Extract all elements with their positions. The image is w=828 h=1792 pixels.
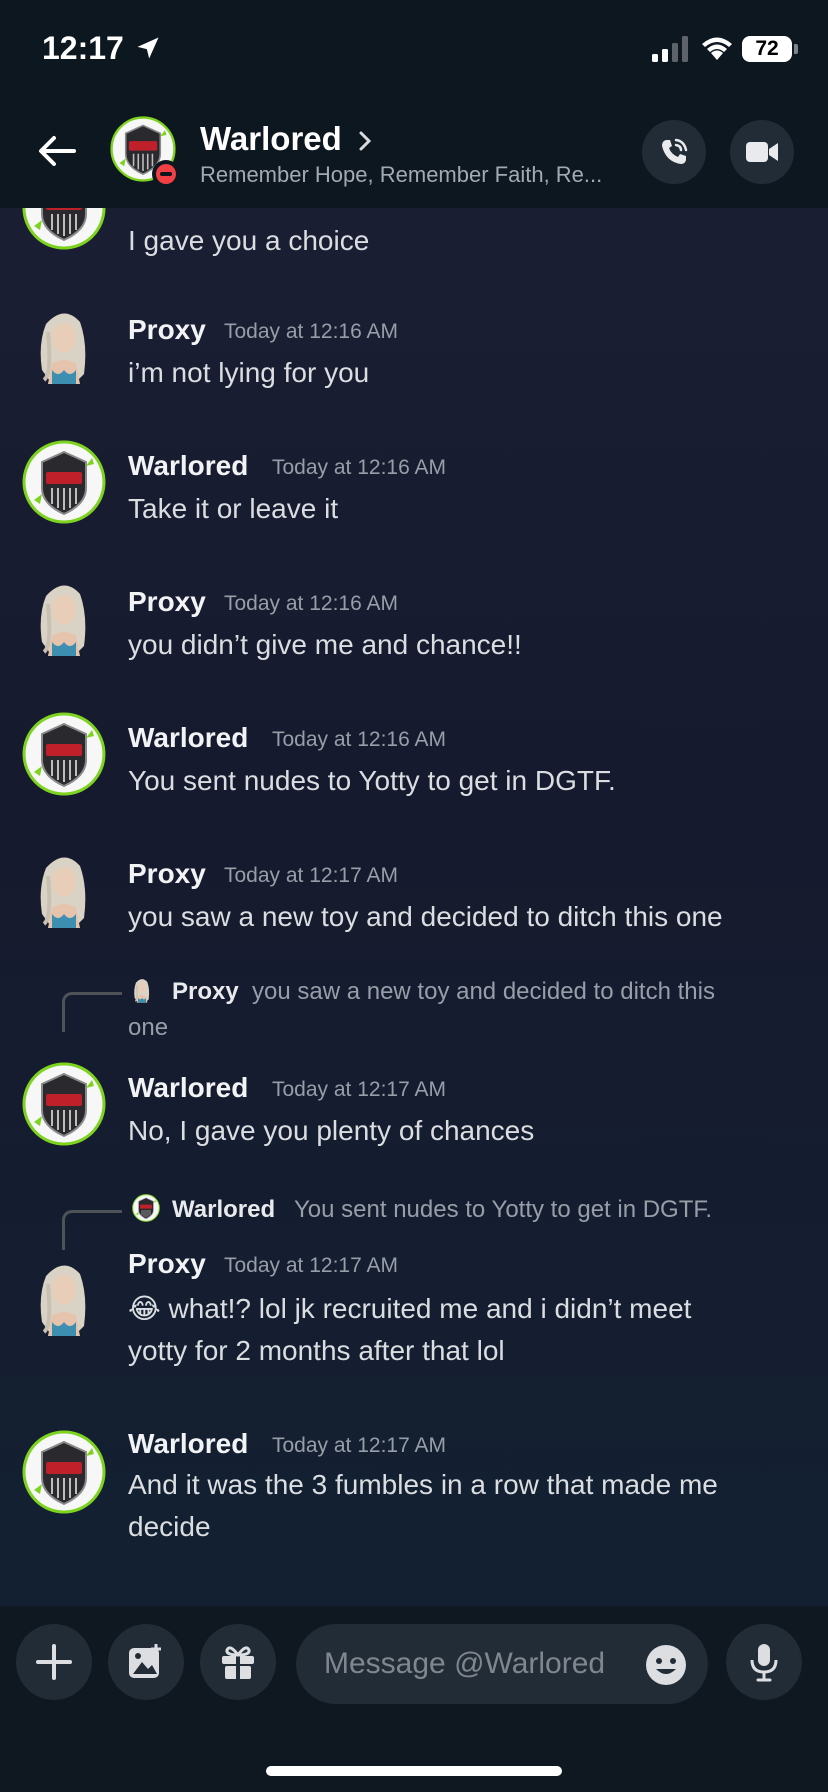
- microphone-icon: [750, 1644, 778, 1682]
- wifi-icon: [702, 37, 732, 60]
- reply-connector: [62, 992, 122, 1032]
- message-item[interactable]: Proxy Today at 12:17 AM you saw a new to…: [0, 848, 828, 958]
- phone-call-icon: [662, 138, 688, 164]
- avatar[interactable]: [22, 1256, 106, 1340]
- reply-author[interactable]: Proxy: [172, 978, 239, 1006]
- avatar[interactable]: [22, 576, 106, 660]
- avatar[interactable]: [22, 208, 106, 250]
- message-content: i’m not lying for you: [128, 357, 370, 388]
- message-item[interactable]: Proxy you saw a new toy and decided to d…: [0, 972, 828, 1172]
- emoji-icon[interactable]: [644, 1643, 688, 1687]
- message-line: what!? lol jk recruited me and i didn’t …: [168, 1293, 692, 1324]
- message-timestamp: Today at 12:16 AM: [224, 592, 398, 615]
- message-author[interactable]: Warlored: [128, 722, 248, 754]
- message-content: I gave you a choice: [128, 225, 370, 256]
- reply-avatar: [132, 1194, 160, 1222]
- message-author[interactable]: Warlored: [128, 1428, 248, 1460]
- message-timestamp: Today at 12:16 AM: [272, 456, 446, 479]
- emoji: 😂: [128, 1293, 161, 1324]
- do-not-disturb-icon: [152, 160, 180, 188]
- message-content: You sent nudes to Yotty to get in DGTF.: [128, 765, 616, 796]
- message-content: Take it or leave it: [128, 493, 339, 524]
- avatar[interactable]: [22, 848, 106, 932]
- message-content: And it was the 3 fumbles in a row that m…: [128, 1464, 788, 1548]
- message-item[interactable]: Warlored Today at 12:16 AM You sent nude…: [0, 712, 828, 822]
- message-author[interactable]: Warlored: [128, 1072, 248, 1104]
- avatar[interactable]: [22, 1430, 106, 1514]
- message-content: you didn’t give me and chance!!: [128, 629, 522, 660]
- battery-tip: [794, 44, 798, 54]
- message-composer: [0, 1606, 828, 1792]
- reply-connector: [62, 1210, 122, 1250]
- gift-icon: [222, 1646, 254, 1679]
- message-line: And it was the 3 fumbles in a row that m…: [128, 1469, 718, 1500]
- reply-author[interactable]: Warlored: [172, 1196, 275, 1224]
- plus-icon: [36, 1644, 72, 1680]
- message-timestamp: Today at 12:17 AM: [224, 1254, 398, 1277]
- arrow-left-icon[interactable]: [36, 130, 78, 172]
- message-author[interactable]: Proxy: [128, 314, 206, 346]
- message-timestamp: Today at 12:16 AM: [272, 728, 446, 751]
- reply-preview[interactable]: one: [128, 1010, 168, 1046]
- message-timestamp: Today at 12:16 AM: [224, 320, 398, 343]
- message-item[interactable]: Warlored Today at 12:16 AM Take it or le…: [0, 440, 828, 550]
- avatar[interactable]: [22, 440, 106, 524]
- message-content: 😂 what!? lol jk recruited me and i didn’…: [128, 1288, 788, 1372]
- add-attachment-button[interactable]: [16, 1624, 92, 1700]
- cellular-signal-icon: [652, 36, 688, 62]
- message-item[interactable]: Warlored You sent nudes to Yotty to get …: [0, 1190, 828, 1410]
- avatar[interactable]: [22, 712, 106, 796]
- reply-preview[interactable]: you saw a new toy and decided to ditch t…: [252, 974, 715, 1010]
- media-button[interactable]: [108, 1624, 184, 1700]
- video-camera-icon: [746, 142, 778, 162]
- voice-message-button[interactable]: [726, 1624, 802, 1700]
- location-arrow-icon: [137, 37, 159, 59]
- message-author[interactable]: Warlored: [128, 450, 248, 482]
- message-timestamp: Today at 12:17 AM: [272, 1434, 446, 1457]
- message-author[interactable]: Proxy: [128, 1248, 206, 1280]
- message-list[interactable]: I gave you a choice Proxy Today at 12:16…: [0, 208, 828, 1606]
- reply-preview[interactable]: You sent nudes to Yotty to get in DGTF.: [294, 1192, 712, 1228]
- message-item[interactable]: I gave you a choice: [0, 208, 828, 268]
- video-call-button[interactable]: [730, 120, 794, 184]
- chevron-right-icon[interactable]: [356, 130, 374, 152]
- avatar[interactable]: [22, 304, 106, 388]
- avatar[interactable]: [22, 1062, 106, 1146]
- voice-call-button[interactable]: [642, 120, 706, 184]
- message-author[interactable]: Proxy: [128, 586, 206, 618]
- message-author[interactable]: Proxy: [128, 858, 206, 890]
- reply-avatar: [128, 976, 156, 1004]
- message-item[interactable]: Proxy Today at 12:16 AM i’m not lying fo…: [0, 304, 828, 414]
- status-time: 12:17: [42, 30, 124, 66]
- message-line: decide: [128, 1511, 211, 1542]
- image-icon: [129, 1644, 161, 1678]
- message-timestamp: Today at 12:17 AM: [272, 1078, 446, 1101]
- custom-status: Remember Hope, Remember Faith, Re...: [200, 162, 603, 187]
- message-item[interactable]: Proxy Today at 12:16 AM you didn’t give …: [0, 576, 828, 686]
- gift-button[interactable]: [200, 1624, 276, 1700]
- message-item[interactable]: Warlored Today at 12:17 AM And it was th…: [0, 1424, 828, 1584]
- home-indicator[interactable]: [266, 1766, 562, 1776]
- message-line: yotty for 2 months after that lol: [128, 1335, 505, 1366]
- battery-indicator: 72: [742, 36, 792, 62]
- message-content: No, I gave you plenty of chances: [128, 1115, 535, 1146]
- message-content: you saw a new toy and decided to ditch t…: [128, 901, 723, 932]
- status-bar: 12:17 72: [0, 0, 828, 100]
- message-timestamp: Today at 12:17 AM: [224, 864, 398, 887]
- channel-name[interactable]: Warlored: [200, 120, 342, 158]
- chat-header: Warlored Remember Hope, Remember Faith, …: [0, 100, 828, 208]
